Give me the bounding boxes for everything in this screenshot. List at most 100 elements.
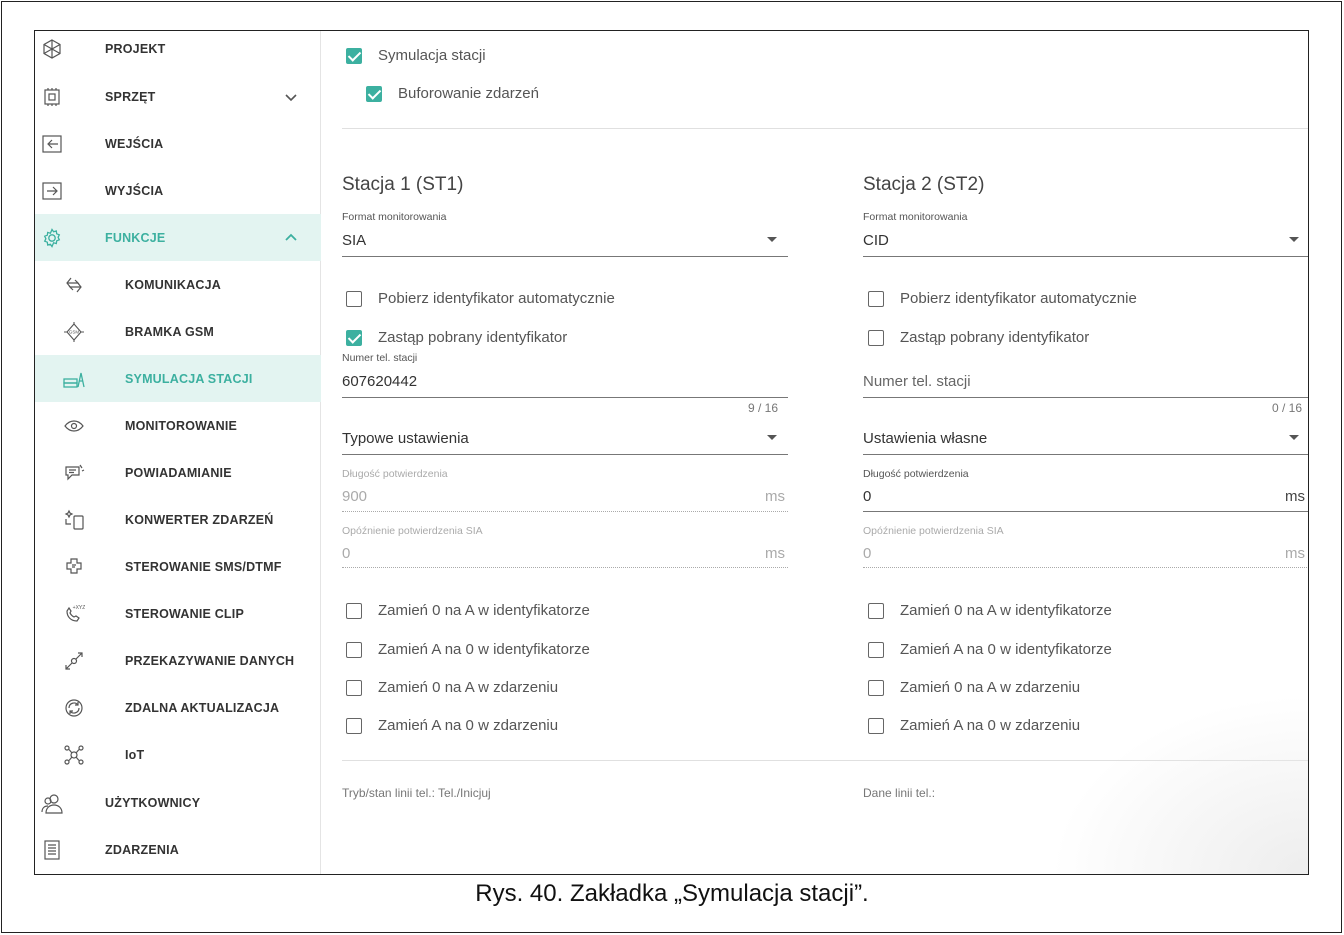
sidebar-item-konwerter-zdarzen[interactable]: KONWERTER ZDARZEŃ <box>35 496 321 543</box>
sidebar-item-label: MONITOROWANIE <box>125 418 238 433</box>
station2-ack-length-unit: ms <box>1285 488 1305 505</box>
eye-icon <box>63 415 85 437</box>
station1-option-label: Zamień 0 na A w identyfikatorze <box>378 602 590 619</box>
sidebar-item-label: KOMUNIKACJA <box>125 277 221 292</box>
sidebar-item-label: PRZEKAZYWANIE DANYCH <box>125 653 295 668</box>
input-underline <box>342 397 788 398</box>
dropdown-arrow-icon <box>1289 237 1299 242</box>
station1-option-label: Zamień A na 0 w zdarzeniu <box>378 717 559 734</box>
sidebar-item-zdalna-aktualizacja[interactable]: ZDALNA AKTUALIZACJA <box>35 684 321 731</box>
chevron-up-icon[interactable] <box>283 230 299 246</box>
sidebar-item-symulacja-stacji[interactable]: SYMULACJA STACJI <box>35 355 321 402</box>
station1-sia-delay-unit: ms <box>765 545 785 562</box>
station1-phone-counter: 9 / 16 <box>748 401 779 415</box>
sidebar-item-komunikacja[interactable]: KOMUNIKACJA <box>35 261 321 308</box>
sidebar-item-label: ZDARZENIA <box>105 842 180 857</box>
outputs-icon <box>41 180 63 202</box>
station2-replace-id-checkbox[interactable] <box>868 329 884 346</box>
sidebar-item-projekt[interactable]: PROJEKT <box>35 31 321 72</box>
sidebar-item-przekazywanie-danych[interactable]: PRZEKAZYWANIE DANYCH <box>35 637 321 684</box>
event-buffering-checkbox[interactable] <box>366 85 382 102</box>
sidebar-item-funkcje[interactable]: FUNKCJE <box>35 214 321 261</box>
station1-auto-id-row[interactable]: Pobierz identyfikator automatycznie <box>346 290 615 307</box>
chevron-down-icon[interactable] <box>283 89 299 105</box>
station2-option-checkbox[interactable] <box>868 679 884 696</box>
station2-auto-id-row[interactable]: Pobierz identyfikator automatycznie <box>868 290 1137 307</box>
sidebar-item-sprzet[interactable]: SPRZĘT <box>35 73 321 120</box>
sms-dtmf-control-icon <box>63 556 85 578</box>
station-simulation-checkbox-row[interactable]: Symulacja stacji <box>346 47 486 64</box>
station2-option-checkbox[interactable] <box>868 602 884 619</box>
station2-option-checkbox[interactable] <box>868 717 884 734</box>
station2-option-checkbox[interactable] <box>868 641 884 658</box>
main-content: Symulacja stacji Buforowanie zdarzeń Sta… <box>322 31 1308 874</box>
event-converter-icon <box>63 509 85 531</box>
sidebar-item-sterowanie-sms-dtmf[interactable]: STEROWANIE SMS/DTMF <box>35 543 321 590</box>
station1-option-checkbox[interactable] <box>346 602 362 619</box>
sidebar-item-sterowanie-clip[interactable]: +XYZ STEROWANIE CLIP <box>35 590 321 637</box>
sidebar-item-label: SPRZĘT <box>105 89 156 104</box>
station2-title: Stacja 2 (ST2) <box>863 174 985 195</box>
project-icon <box>41 38 63 60</box>
clip-control-icon: +XYZ <box>63 603 85 625</box>
station1-auto-id-checkbox[interactable] <box>346 290 362 307</box>
select-underline <box>342 256 788 257</box>
sidebar-item-zdarzenia[interactable]: ZDARZENIA <box>35 826 321 873</box>
station1-replace-id-checkbox[interactable] <box>346 329 362 346</box>
station-simulation-checkbox[interactable] <box>346 47 362 64</box>
station1-option-row[interactable]: Zamień 0 na A w identyfikatorze <box>346 602 590 619</box>
station2-phone-placeholder: Numer tel. stacji <box>863 373 971 390</box>
station2-option-label: Zamień A na 0 w identyfikatorze <box>900 641 1112 658</box>
station2-option-row[interactable]: Zamień 0 na A w zdarzeniu <box>868 679 1080 696</box>
station2-line-data: Dane linii tel.: <box>863 786 936 800</box>
sidebar-item-iot[interactable]: IoT <box>35 731 321 778</box>
sidebar-item-wyjscia[interactable]: WYJŚCIA <box>35 167 321 214</box>
station1-line-status: Tryb/stan linii tel.: Tel./Inicjuj <box>342 786 491 800</box>
station1-option-row[interactable]: Zamień A na 0 w identyfikatorze <box>346 641 590 658</box>
station-simulation-icon <box>63 368 85 390</box>
station2-auto-id-label: Pobierz identyfikator automatycznie <box>900 290 1137 307</box>
sidebar-item-bramka-gsm[interactable]: GSM BRAMKA GSM <box>35 308 321 355</box>
station1-option-row[interactable]: Zamień A na 0 w zdarzeniu <box>346 717 558 734</box>
sidebar-item-uzytkownicy[interactable]: UŻYTKOWNICY <box>35 779 321 826</box>
station2-format-label: Format monitorowania <box>863 211 968 223</box>
dropdown-arrow-icon <box>1289 435 1299 440</box>
figure-caption: Rys. 40. Zakładka „Symulacja stacji”. <box>475 880 869 907</box>
station2-sia-delay-value: 0 <box>863 545 872 562</box>
station2-option-row[interactable]: Zamień 0 na A w identyfikatorze <box>868 602 1112 619</box>
station2-ack-length-label: Długość potwierdzenia <box>863 468 969 480</box>
users-icon <box>41 792 63 814</box>
dropdown-arrow-icon <box>767 237 777 242</box>
station2-auto-id-checkbox[interactable] <box>868 290 884 307</box>
select-underline <box>342 454 788 455</box>
dropdown-arrow-icon <box>767 435 777 440</box>
station2-option-row[interactable]: Zamień A na 0 w identyfikatorze <box>868 641 1112 658</box>
station1-replace-id-row[interactable]: Zastąp pobrany identyfikator <box>346 329 567 346</box>
station1-phone-value: 607620442 <box>342 373 418 390</box>
station1-ack-length-label: Długość potwierdzenia <box>342 468 448 480</box>
station1-option-checkbox[interactable] <box>346 717 362 734</box>
station1-phone-label: Numer tel. stacji <box>342 352 418 364</box>
station2-replace-id-row[interactable]: Zastąp pobrany identyfikator <box>868 329 1089 346</box>
communication-icon <box>63 274 85 296</box>
sidebar-item-monitorowanie[interactable]: MONITOROWANIE <box>35 402 321 449</box>
sidebar-item-label: FUNKCJE <box>105 230 166 245</box>
station2-sia-delay-unit: ms <box>1285 545 1305 562</box>
station1-option-checkbox[interactable] <box>346 641 362 658</box>
sidebar-item-powiadamianie[interactable]: POWIADAMIANIE <box>35 449 321 496</box>
event-buffering-checkbox-row[interactable]: Buforowanie zdarzeń <box>366 85 539 102</box>
station2-option-row[interactable]: Zamień A na 0 w zdarzeniu <box>868 717 1080 734</box>
station2-option-label: Zamień 0 na A w identyfikatorze <box>900 602 1112 619</box>
input-underline <box>863 511 1308 512</box>
divider <box>342 760 1308 761</box>
station2-phone-counter: 0 / 16 <box>1272 401 1303 415</box>
select-underline <box>863 256 1308 257</box>
station1-option-row[interactable]: Zamień 0 na A w zdarzeniu <box>346 679 558 696</box>
station1-title: Stacja 1 (ST1) <box>342 174 464 195</box>
sidebar-item-wejscia[interactable]: WEJŚCIA <box>35 120 321 167</box>
input-underline <box>863 397 1308 398</box>
iot-icon <box>63 744 85 766</box>
station1-option-checkbox[interactable] <box>346 679 362 696</box>
sidebar-item-label: WEJŚCIA <box>105 136 164 151</box>
sidebar-item-label: STEROWANIE SMS/DTMF <box>125 559 282 574</box>
